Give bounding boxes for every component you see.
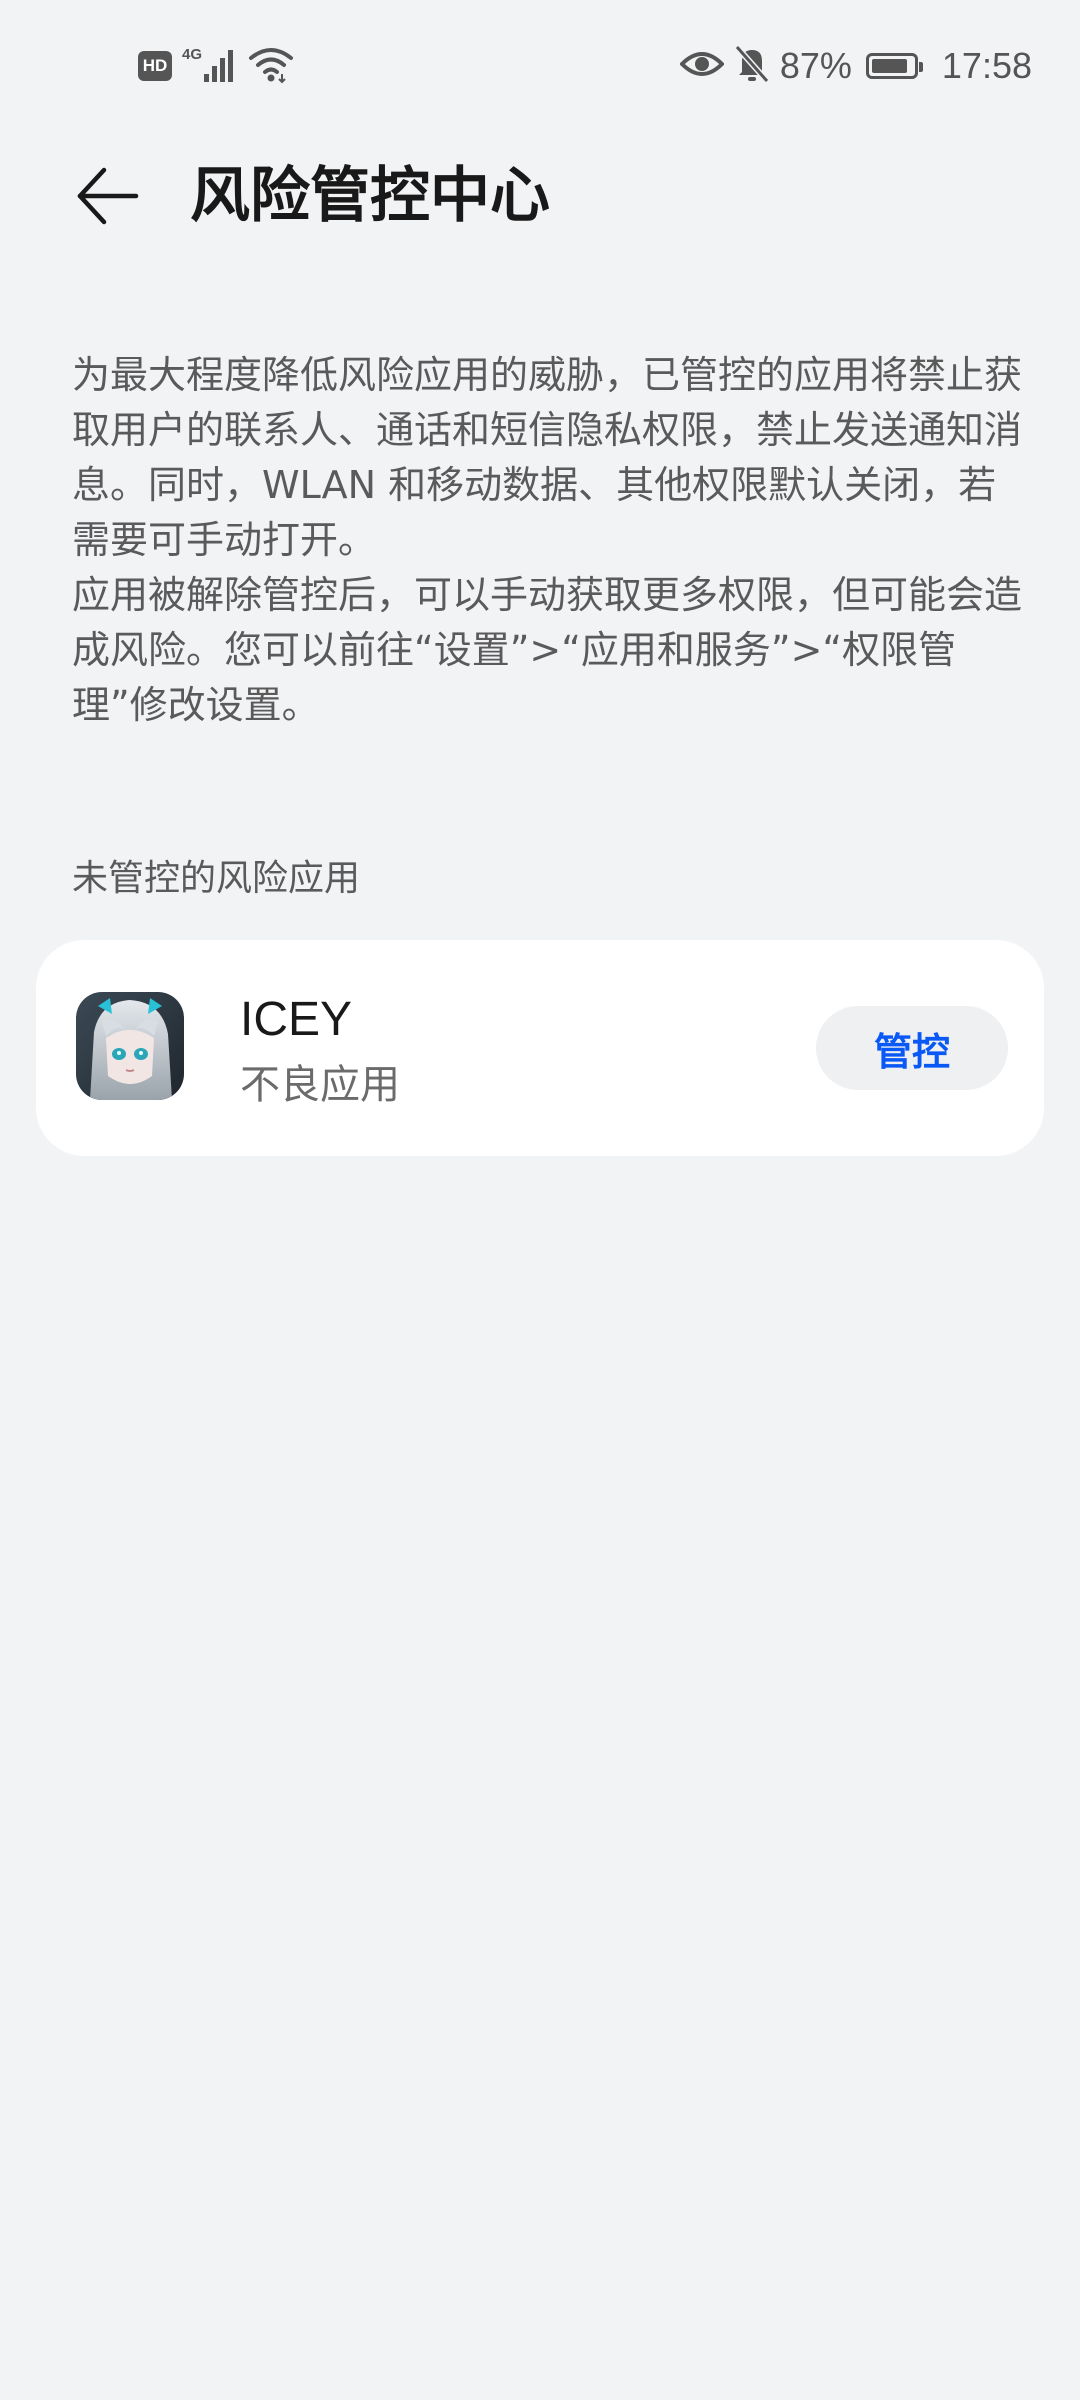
arrow-left-icon <box>77 167 139 225</box>
back-button[interactable] <box>64 152 152 240</box>
bell-muted-icon <box>734 44 770 88</box>
icey-app-icon <box>76 992 184 1100</box>
app-header: 风险管控中心 <box>0 140 1080 250</box>
description-paragraph-2: 应用被解除管控后，可以手动获取更多权限，但可能会造成风险。您可以前往“设置”>“… <box>72 573 1023 727</box>
hd-icon: HD <box>138 51 172 81</box>
page-title: 风险管控中心 <box>190 161 550 231</box>
section-label: 未管控的风险应用 <box>72 858 361 899</box>
wifi-icon <box>248 44 294 88</box>
status-bar-right: 87% 17:58 <box>679 40 1032 92</box>
battery-fill <box>871 59 907 73</box>
signal-icon: 4G <box>182 46 238 86</box>
battery-percent: 87% <box>779 45 852 86</box>
eye-icon <box>679 48 725 84</box>
app-subtitle: 不良应用 <box>240 1062 400 1108</box>
description: 为最大程度降低风险应用的威胁，已管控的应用将禁止获取用户的联系人、通话和短信隐私… <box>72 348 1022 733</box>
clock: 17:58 <box>941 45 1032 86</box>
description-paragraph-1: 为最大程度降低风险应用的威胁，已管控的应用将禁止获取用户的联系人、通话和短信隐私… <box>72 353 1023 562</box>
battery-icon <box>865 53 923 79</box>
app-name: ICEY <box>240 993 353 1046</box>
control-button[interactable]: 管控 <box>816 1006 1008 1090</box>
status-bar-left: HD 4G <box>138 44 294 88</box>
status-bar: HD 4G 87% 17:58 <box>0 0 1080 132</box>
app-list-item: ICEY 不良应用 管控 <box>36 940 1044 1156</box>
